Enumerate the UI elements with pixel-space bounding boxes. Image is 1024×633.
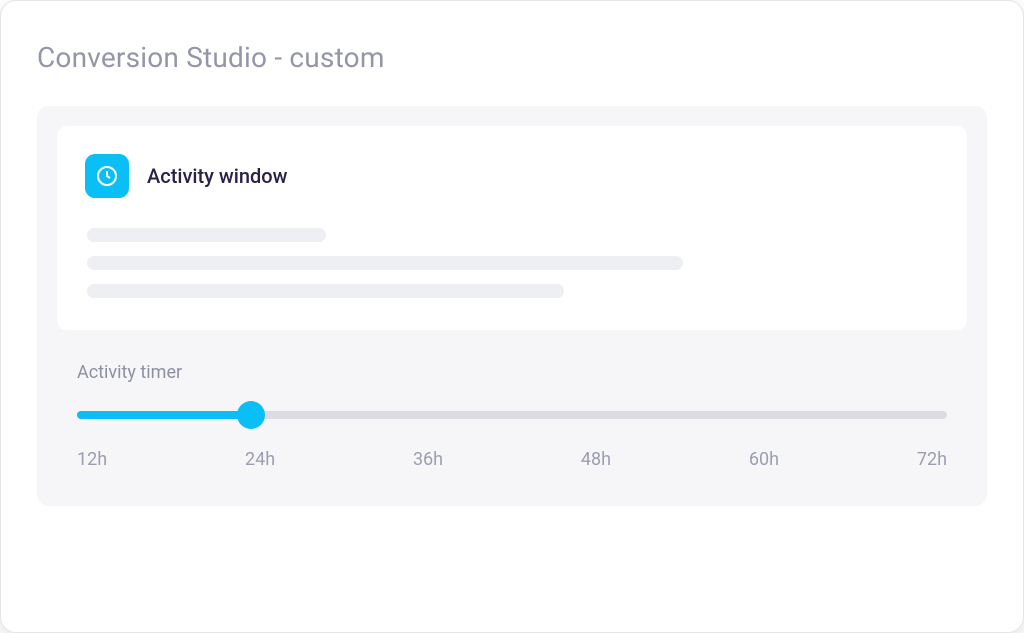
tick-label: 48h — [581, 449, 611, 470]
slider-track — [77, 411, 947, 419]
tick-label: 72h — [917, 449, 947, 470]
card-title: Activity window — [147, 164, 287, 188]
slider-fill — [77, 411, 251, 419]
skeleton-line — [87, 284, 564, 298]
activity-timer-slider[interactable] — [77, 411, 947, 419]
card-header: Activity window — [85, 154, 939, 198]
page-title: Conversion Studio - custom — [37, 41, 987, 74]
tick-label: 36h — [413, 449, 443, 470]
slider-tick-labels: 12h 24h 36h 48h 60h 72h — [77, 443, 947, 470]
skeleton-line — [87, 256, 683, 270]
timer-label: Activity timer — [77, 362, 947, 383]
tick-label: 12h — [77, 449, 107, 470]
tick-label: 60h — [749, 449, 779, 470]
activity-window-card: Activity window — [57, 126, 967, 330]
clock-icon — [85, 154, 129, 198]
main-panel: Activity window Activity timer 12h 24h — [37, 106, 987, 506]
activity-timer-section: Activity timer 12h 24h 36h 48h 60h 72h — [57, 362, 967, 470]
skeleton-line — [87, 228, 326, 242]
slider-thumb[interactable] — [237, 401, 265, 429]
app-container: Conversion Studio - custom Activity wind… — [0, 0, 1024, 633]
skeleton-placeholder — [85, 228, 939, 298]
tick-label: 24h — [245, 449, 275, 470]
